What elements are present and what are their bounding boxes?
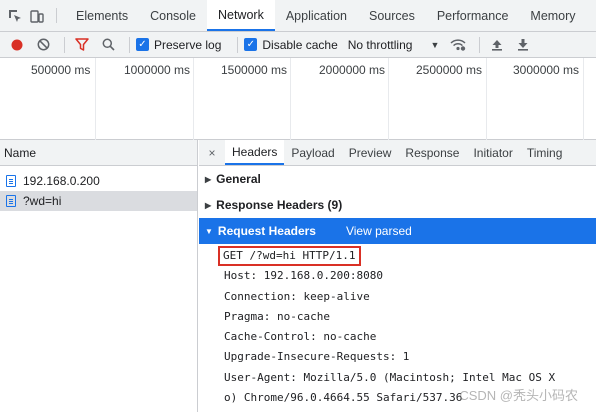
devtools-tabbar: Elements Console Network Application Sou… — [0, 0, 596, 32]
toolbar-divider — [237, 36, 239, 53]
toolbar-divider — [129, 36, 130, 53]
disable-cache-checkbox[interactable]: ✓ Disable cache — [244, 37, 338, 52]
tab-performance[interactable]: Performance — [426, 0, 520, 31]
filter-icon[interactable] — [71, 34, 93, 56]
request-name: 192.168.0.200 — [23, 174, 100, 188]
search-icon[interactable] — [97, 34, 119, 56]
record-icon[interactable] — [6, 34, 28, 56]
request-headers-section-header[interactable]: ▼ Request Headers View parsed — [199, 218, 596, 244]
disable-cache-label: Disable cache — [262, 37, 338, 52]
header-line: Host: 192.168.0.200:8080 — [224, 269, 383, 283]
toolbar-divider — [479, 36, 481, 53]
timeline-tick-label: 2500000 ms — [416, 63, 483, 77]
preserve-log-checkbox[interactable]: ✓ Preserve log — [136, 38, 221, 52]
request-row-selected[interactable]: ?wd=hi — [0, 191, 197, 211]
request-line-highlighted: GET /?wd=hi HTTP/1.1 — [218, 246, 362, 266]
preserve-log-label: Preserve log — [154, 37, 222, 52]
tab-network[interactable]: Network — [206, 0, 275, 31]
tab-initiator[interactable]: Initiator — [466, 140, 519, 165]
request-list: Name 192.168.0.200 ?wd=hi — [0, 140, 198, 412]
tab-memory[interactable]: Memory — [519, 0, 586, 31]
close-icon[interactable]: × — [199, 140, 225, 165]
network-overview-timeline[interactable]: 500000 ms 1000000 ms 1500000 ms 2000000 … — [0, 58, 596, 140]
clear-icon[interactable] — [32, 34, 54, 56]
export-icon[interactable] — [512, 34, 534, 56]
section-title: Response Headers (9) — [216, 198, 343, 212]
request-name: ?wd=hi — [23, 194, 62, 208]
timeline-gridline — [388, 58, 389, 140]
header-line: Pragma: no-cache — [224, 309, 330, 323]
detail-tabbar: × Headers Payload Preview Response Initi… — [199, 140, 596, 166]
timeline-gridline — [290, 58, 291, 140]
triangle-right-icon: ▶ — [205, 174, 212, 184]
throttling-select[interactable]: No throttling ▼ — [348, 38, 440, 52]
tab-console[interactable]: Console — [139, 0, 207, 31]
general-section-header[interactable]: ▶ General — [199, 166, 596, 192]
tab-elements[interactable]: Elements — [65, 0, 139, 31]
import-icon[interactable] — [486, 34, 508, 56]
throttling-value: No throttling — [347, 37, 413, 52]
header-line: Cache-Control: no-cache — [224, 330, 377, 344]
tab-headers[interactable]: Headers — [225, 140, 285, 165]
chevron-down-icon: ▼ — [430, 39, 440, 50]
timeline-gridline — [193, 58, 194, 140]
timeline-tick-label: 3000000 ms — [513, 63, 580, 77]
request-detail-panel: × Headers Payload Preview Response Initi… — [199, 140, 596, 412]
timeline-tick-label: 1500000 ms — [221, 63, 288, 77]
header-line: Connection: keep-alive — [224, 289, 370, 303]
toolbar-divider — [64, 36, 65, 53]
timeline-gridline — [95, 58, 96, 140]
response-headers-section-header[interactable]: ▶ Response Headers (9) — [199, 192, 596, 218]
tab-response[interactable]: Response — [398, 140, 466, 165]
tab-application[interactable]: Application — [275, 0, 358, 31]
network-conditions-icon[interactable] — [447, 34, 469, 56]
timeline-tick-label: 500000 ms — [31, 63, 91, 77]
tabbar-divider — [56, 8, 57, 23]
section-title: General — [216, 172, 261, 186]
device-toggle-icon[interactable] — [26, 0, 48, 31]
request-row[interactable]: 192.168.0.200 — [0, 171, 197, 191]
triangle-down-icon: ▼ — [205, 226, 213, 236]
name-column-header[interactable]: Name — [0, 140, 197, 166]
watermark: CSDN @秃头小码农 — [459, 388, 578, 403]
timeline-tick-label: 2000000 ms — [319, 63, 386, 77]
tab-preview[interactable]: Preview — [342, 140, 399, 165]
timeline-gridline — [486, 58, 487, 140]
checkbox-checked-icon: ✓ — [136, 38, 149, 51]
tab-payload[interactable]: Payload — [284, 140, 341, 165]
checkbox-checked-icon: ✓ — [244, 38, 258, 51]
document-icon — [6, 195, 16, 207]
view-parsed-link[interactable]: View parsed — [346, 224, 412, 238]
tab-sources[interactable]: Sources — [358, 0, 426, 31]
header-line: Upgrade-Insecure-Requests: 1 — [224, 350, 410, 364]
network-toolbar: ✓ Preserve log ✓ Disable cache No thrott… — [0, 32, 596, 58]
request-headers-raw: GET /?wd=hi HTTP/1.1 Host: 192.168.0.200… — [199, 244, 596, 408]
tab-timing[interactable]: Timing — [520, 140, 570, 165]
timeline-gridline — [583, 58, 584, 140]
timeline-tick-label: 1000000 ms — [124, 63, 191, 77]
inspect-element-icon[interactable] — [4, 0, 26, 31]
triangle-right-icon: ▶ — [205, 200, 212, 210]
section-title: Request Headers — [217, 224, 316, 238]
document-icon — [6, 175, 16, 187]
